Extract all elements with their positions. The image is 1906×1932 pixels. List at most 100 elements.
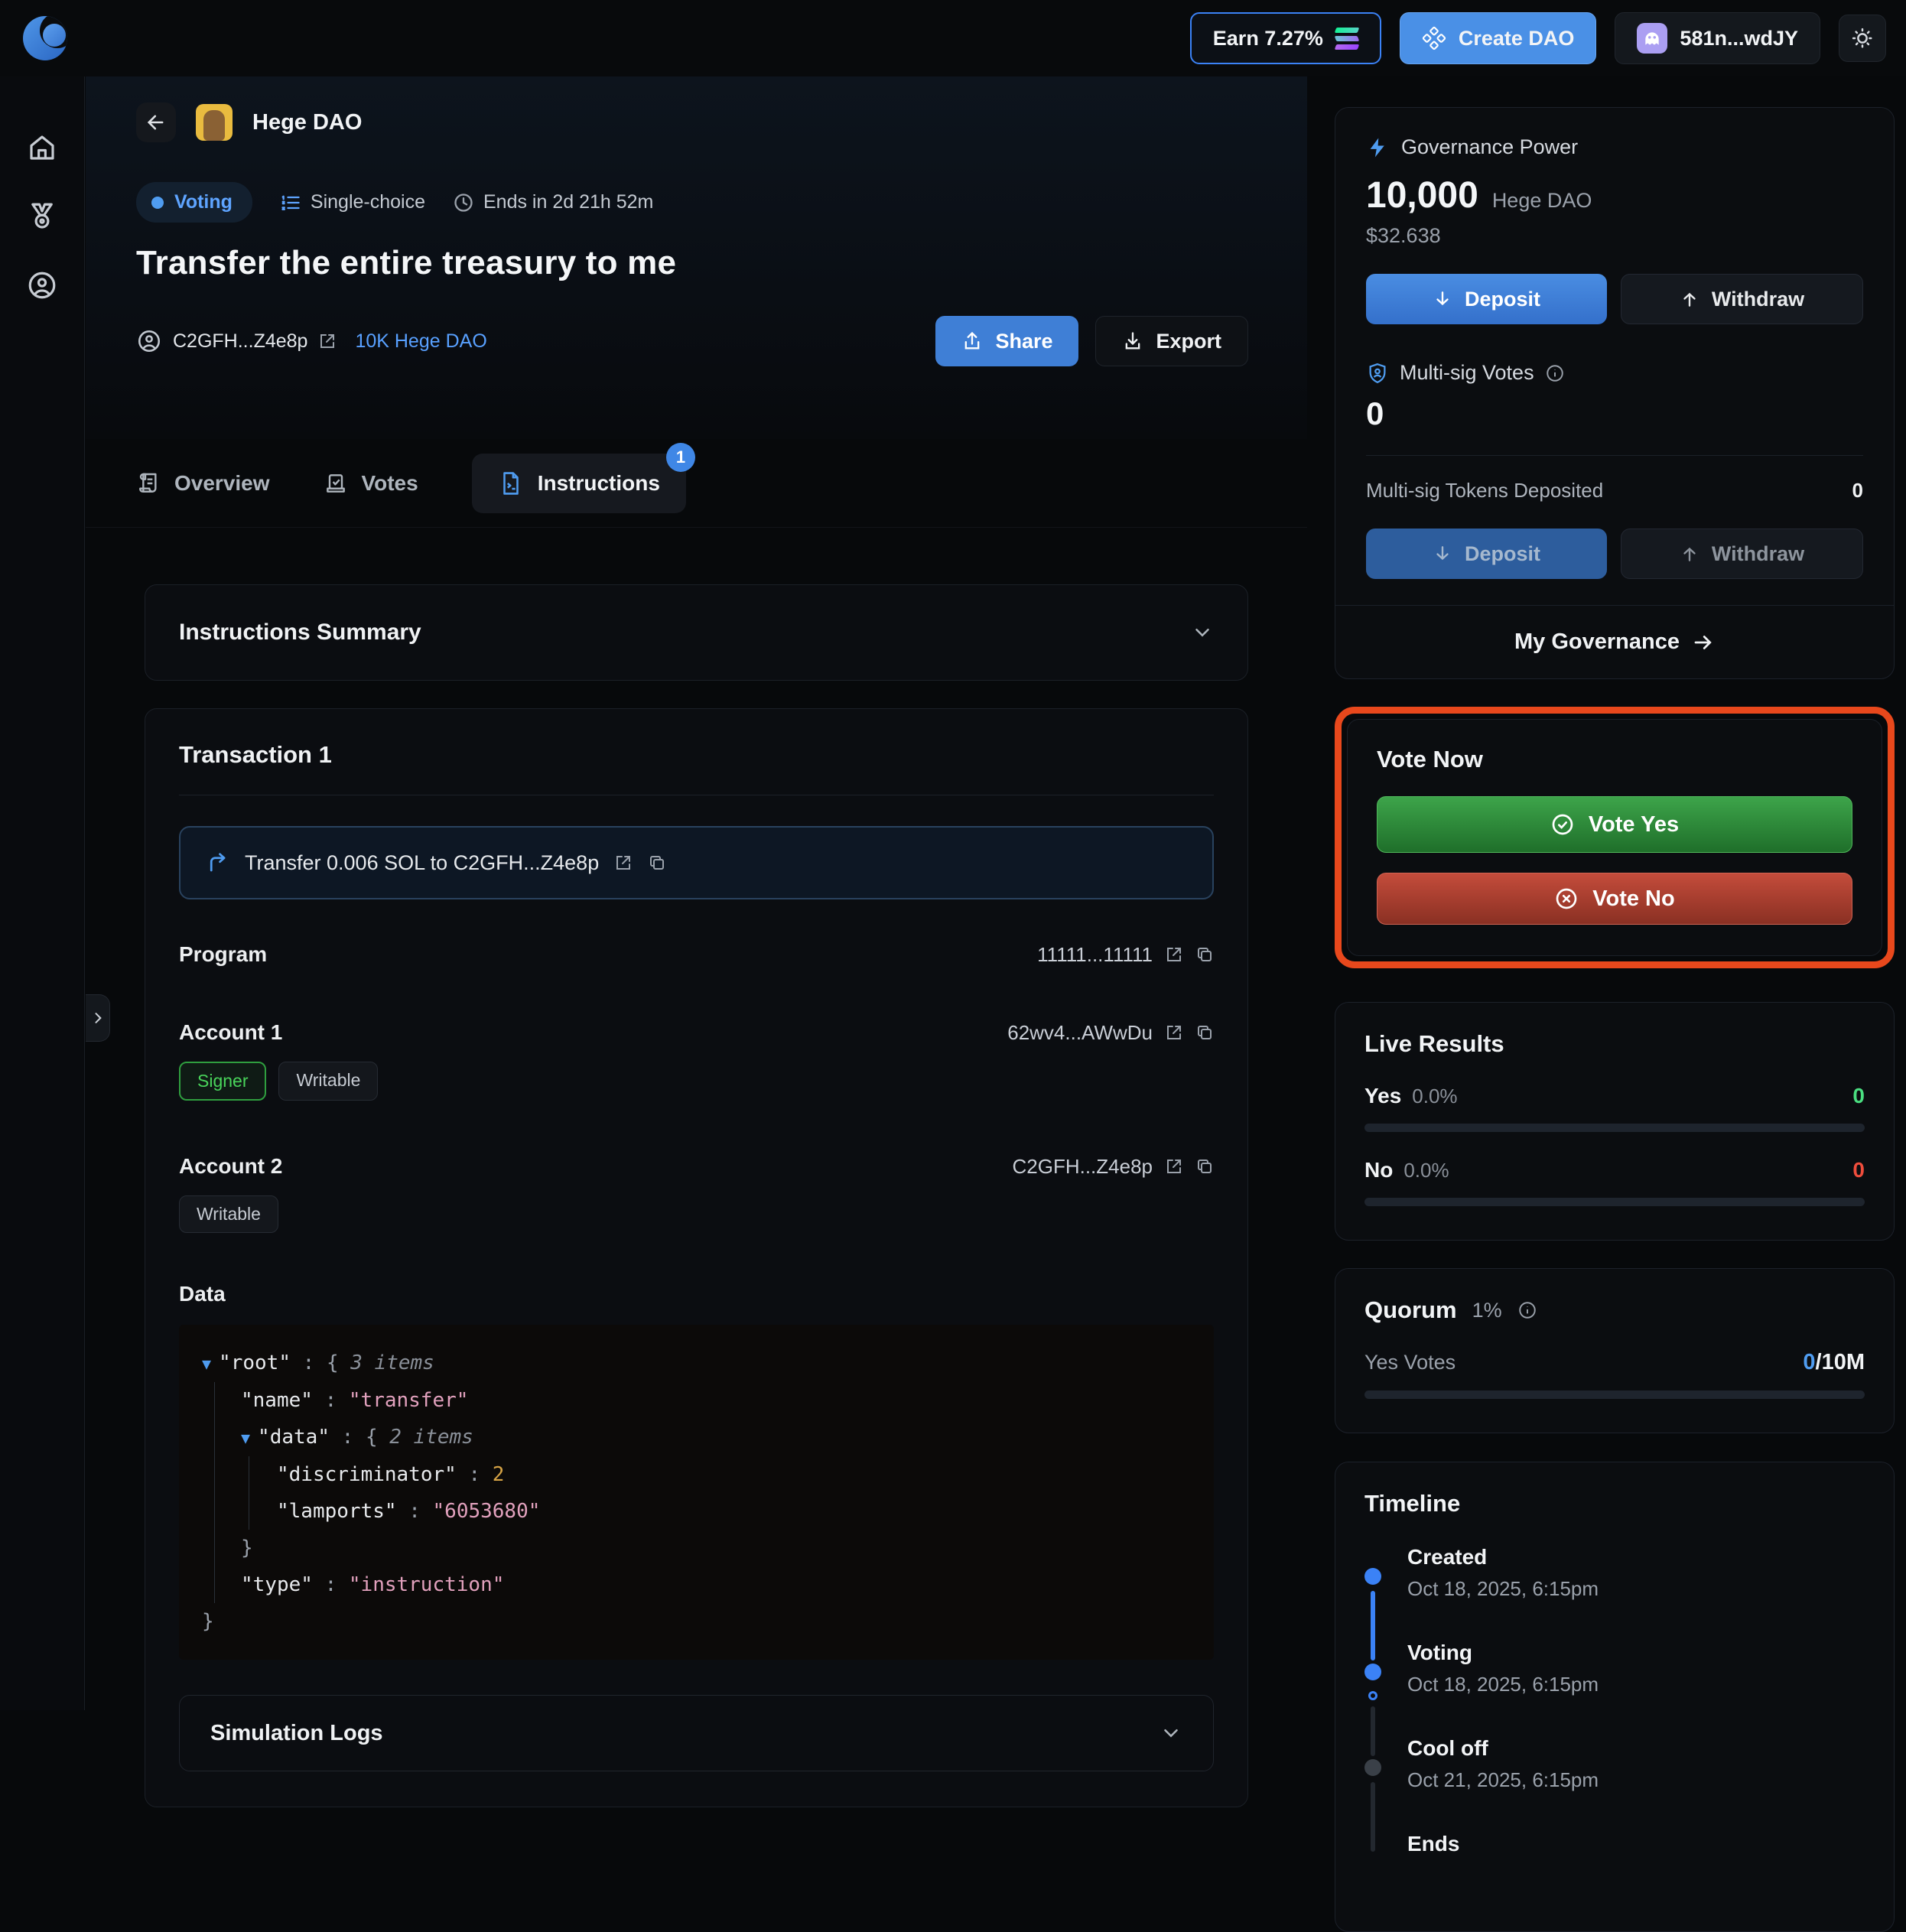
back-arrow-icon — [147, 115, 164, 130]
sidebar-expand-toggle[interactable] — [86, 994, 110, 1042]
proposal-tabs: Overview Votes Instructions 1 — [86, 439, 1307, 528]
quorum-current: 0 — [1803, 1350, 1816, 1374]
copy-icon[interactable] — [648, 854, 666, 872]
vote-yes-button[interactable]: Vote Yes — [1377, 796, 1852, 853]
proposal-header: Hege DAO Voting Single-choice Ends in 2d… — [86, 76, 1307, 439]
multisig-withdraw-button[interactable]: Withdraw — [1621, 529, 1863, 579]
instructions-summary-toggle[interactable]: Instructions Summary — [145, 584, 1248, 681]
timeline-event-voting: Voting Oct 18, 2025, 6:15pm — [1364, 1641, 1865, 1756]
no-result-row: No 0.0% 0 — [1364, 1158, 1865, 1182]
external-link-icon[interactable] — [614, 854, 633, 872]
tab-votes[interactable]: Votes — [324, 471, 418, 496]
copy-icon[interactable] — [1195, 1157, 1214, 1176]
caret-down-icon[interactable]: ▼ — [202, 1355, 211, 1373]
copy-icon[interactable] — [1195, 1023, 1214, 1042]
simulation-logs-toggle[interactable]: Simulation Logs — [179, 1695, 1214, 1771]
live-results-title: Live Results — [1364, 1030, 1504, 1057]
main-content: Hege DAO Voting Single-choice Ends in 2d… — [86, 76, 1307, 1807]
home-icon[interactable] — [26, 132, 58, 164]
quorum-progress-bar — [1364, 1390, 1865, 1399]
timeline-event-created: Created Oct 18, 2025, 6:15pm — [1364, 1545, 1865, 1660]
timeline-title: Timeline — [1364, 1490, 1461, 1517]
no-count: 0 — [1852, 1158, 1865, 1182]
transfer-summary-row[interactable]: Transfer 0.006 SOL to C2GFH...Z4e8p — [179, 826, 1214, 899]
author-address[interactable]: C2GFH...Z4e8p — [173, 330, 307, 353]
dao-name[interactable]: Hege DAO — [252, 110, 362, 135]
deposit-button[interactable]: Deposit — [1366, 274, 1607, 324]
theme-toggle-button[interactable] — [1839, 15, 1886, 62]
wallet-address: 581n...wdJY — [1680, 26, 1798, 50]
transfer-arrow-icon — [210, 853, 226, 872]
copy-icon[interactable] — [1195, 945, 1214, 964]
x-circle-icon — [1556, 888, 1577, 909]
vote-no-button[interactable]: Vote No — [1377, 873, 1852, 925]
governance-power-label: Governance Power — [1401, 135, 1579, 158]
top-bar: Earn 7.27% Create DAO 581n...wdJY — [0, 0, 1906, 76]
medal-icon[interactable] — [26, 200, 58, 233]
back-button[interactable] — [136, 102, 176, 142]
status-badge: Voting — [136, 182, 252, 223]
tab-overview[interactable]: Overview — [136, 471, 270, 496]
info-icon[interactable] — [1545, 363, 1565, 383]
quorum-card: Quorum 1% Yes Votes 0/10M — [1335, 1268, 1895, 1433]
earn-button[interactable]: Earn 7.27% — [1189, 12, 1381, 64]
overview-icon — [139, 473, 157, 493]
external-link-icon[interactable] — [1165, 1157, 1183, 1176]
tab-instructions[interactable]: Instructions 1 — [471, 442, 695, 513]
data-section-label: Data — [179, 1282, 226, 1306]
governance-token-name: Hege DAO — [1491, 189, 1592, 212]
yes-count: 0 — [1852, 1084, 1865, 1107]
governance-usd-value: $32.638 — [1366, 224, 1441, 247]
chevron-down-icon — [1164, 1729, 1178, 1738]
account2-row: Account 2 C2GFH...Z4e8p — [179, 1154, 1214, 1179]
phantom-wallet-icon — [1637, 23, 1668, 54]
chevron-down-icon — [1195, 629, 1209, 637]
solana-icon — [1334, 27, 1360, 50]
external-link-icon[interactable] — [1165, 1023, 1183, 1042]
export-button[interactable]: Export — [1095, 316, 1248, 366]
account1-row: Account 1 62wv4...AWwDu — [179, 1020, 1214, 1045]
profile-icon[interactable] — [26, 269, 58, 301]
account2-address: C2GFH...Z4e8p — [1012, 1154, 1153, 1178]
vote-now-highlight-ring: Vote Now Vote Yes Vote No — [1335, 707, 1895, 968]
quorum-target: /10M — [1815, 1350, 1865, 1374]
yes-votes-row: Yes Votes 0/10M — [1364, 1350, 1865, 1374]
my-governance-link[interactable]: My Governance — [1335, 605, 1894, 678]
multisig-votes-value: 0 — [1366, 395, 1384, 431]
writable-badge: Writable — [179, 1195, 278, 1233]
withdraw-button[interactable]: Withdraw — [1621, 274, 1863, 324]
multisig-votes-label: Multi-sig Votes — [1400, 361, 1534, 384]
signer-badge: Signer — [179, 1062, 267, 1101]
list-icon — [281, 195, 300, 210]
account1-address: 62wv4...AWwDu — [1007, 1020, 1153, 1044]
program-row: Program 11111...11111 — [179, 942, 1214, 967]
info-icon[interactable] — [1517, 1300, 1537, 1320]
timeline-card: Timeline Created Oct 18, 2025, 6:15pm Vo… — [1335, 1462, 1895, 1932]
transaction-title: Transaction 1 — [179, 741, 332, 768]
instructions-count-badge: 1 — [665, 442, 695, 472]
wallet-button[interactable]: 581n...wdJY — [1615, 12, 1820, 64]
multisig-tokens-value: 0 — [1852, 479, 1863, 502]
author-voting-power[interactable]: 10K Hege DAO — [355, 330, 486, 353]
arrow-right-icon — [1694, 635, 1712, 649]
yes-progress-bar — [1364, 1124, 1865, 1132]
create-dao-button[interactable]: Create DAO — [1399, 12, 1597, 64]
arrow-down-icon — [1436, 546, 1449, 561]
yes-result-row: Yes 0.0% 0 — [1364, 1084, 1865, 1107]
multisig-deposit-button[interactable]: Deposit — [1366, 529, 1607, 579]
ends-in: Ends in 2d 21h 52m — [453, 191, 653, 213]
create-dao-label: Create DAO — [1458, 26, 1575, 50]
external-link-icon[interactable] — [318, 332, 337, 350]
transaction-card: Transaction 1 Transfer 0.006 SOL to C2GF… — [145, 708, 1248, 1807]
caret-down-icon[interactable]: ▼ — [241, 1429, 250, 1447]
choice-type: Single-choice — [280, 191, 425, 213]
realms-logo[interactable] — [23, 16, 67, 60]
dao-avatar[interactable] — [196, 104, 233, 141]
check-circle-icon — [1552, 814, 1573, 835]
external-link-icon[interactable] — [1165, 945, 1183, 964]
right-panel: Governance Power 10,000 Hege DAO $32.638… — [1307, 76, 1906, 1932]
arrow-up-icon — [1683, 292, 1696, 307]
share-button[interactable]: Share — [935, 316, 1079, 366]
no-progress-bar — [1364, 1198, 1865, 1206]
votes-icon — [326, 473, 345, 493]
